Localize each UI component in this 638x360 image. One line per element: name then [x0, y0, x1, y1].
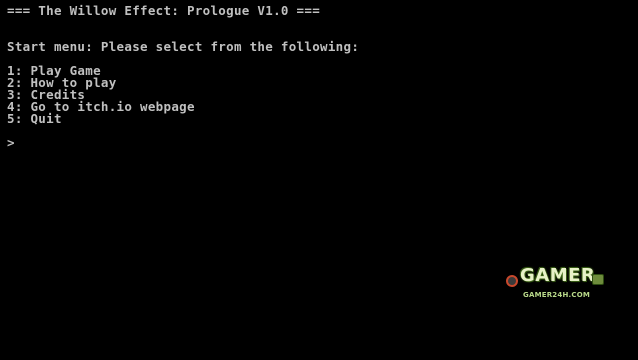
watermark-logo: GAMER GAMER24H.COM: [506, 265, 606, 300]
menu-item-how-to-play: 2: How to play: [7, 75, 117, 90]
menu-item-itchio-webpage: 4: Go to itch.io webpage: [7, 99, 195, 114]
console-window[interactable]: === The Willow Effect: Prologue V1.0 ===…: [0, 0, 638, 360]
watermark-brand: GAMER: [520, 265, 596, 286]
title-line: === The Willow Effect: Prologue V1.0 ===: [7, 3, 321, 18]
input-prompt-symbol: >: [7, 135, 15, 150]
input-prompt-line[interactable]: >: [7, 135, 638, 150]
controller-badge-icon: [592, 274, 604, 285]
gamepad-icon: [506, 275, 518, 287]
watermark-site: GAMER24H.COM: [523, 291, 591, 299]
menu-prompt-header: Start menu: Please select from the follo…: [7, 39, 360, 54]
menu-item-quit: 5: Quit: [7, 111, 62, 126]
